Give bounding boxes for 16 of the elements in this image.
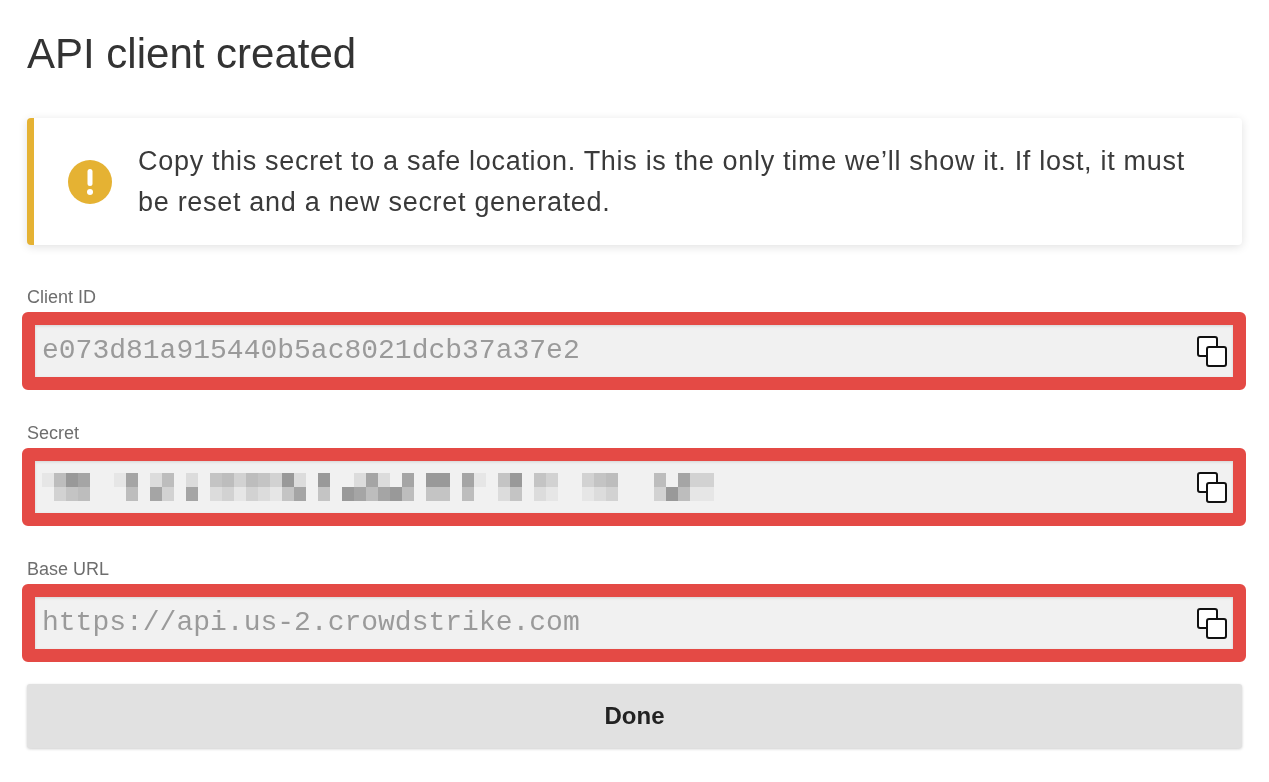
field-label: Secret [27,422,80,444]
warning-icon [68,159,112,204]
input-field[interactable] [35,461,1233,513]
dialog-title: API client created [27,30,357,78]
copy-button[interactable] [1197,471,1227,503]
copy-icon [1197,471,1227,503]
copy-button[interactable] [1197,607,1227,639]
copy-button[interactable] [1197,335,1227,367]
field-label: Client ID [27,286,97,308]
field-label: Base URL [27,558,110,580]
copy-icon [1197,607,1227,639]
input-field[interactable]: https://api.us-2.crowdstrike.com [35,597,1233,649]
alert-message: Copy this secret to a safe location. This is the only time we’ll show it. If lost, it must be reset and a new secret generated. [138,144,1186,219]
done-button[interactable]: Done [27,684,1242,748]
input-field[interactable]: e073d81a915440b5ac8021dcb37a37e2 [35,325,1233,377]
copy-icon [1197,335,1227,367]
